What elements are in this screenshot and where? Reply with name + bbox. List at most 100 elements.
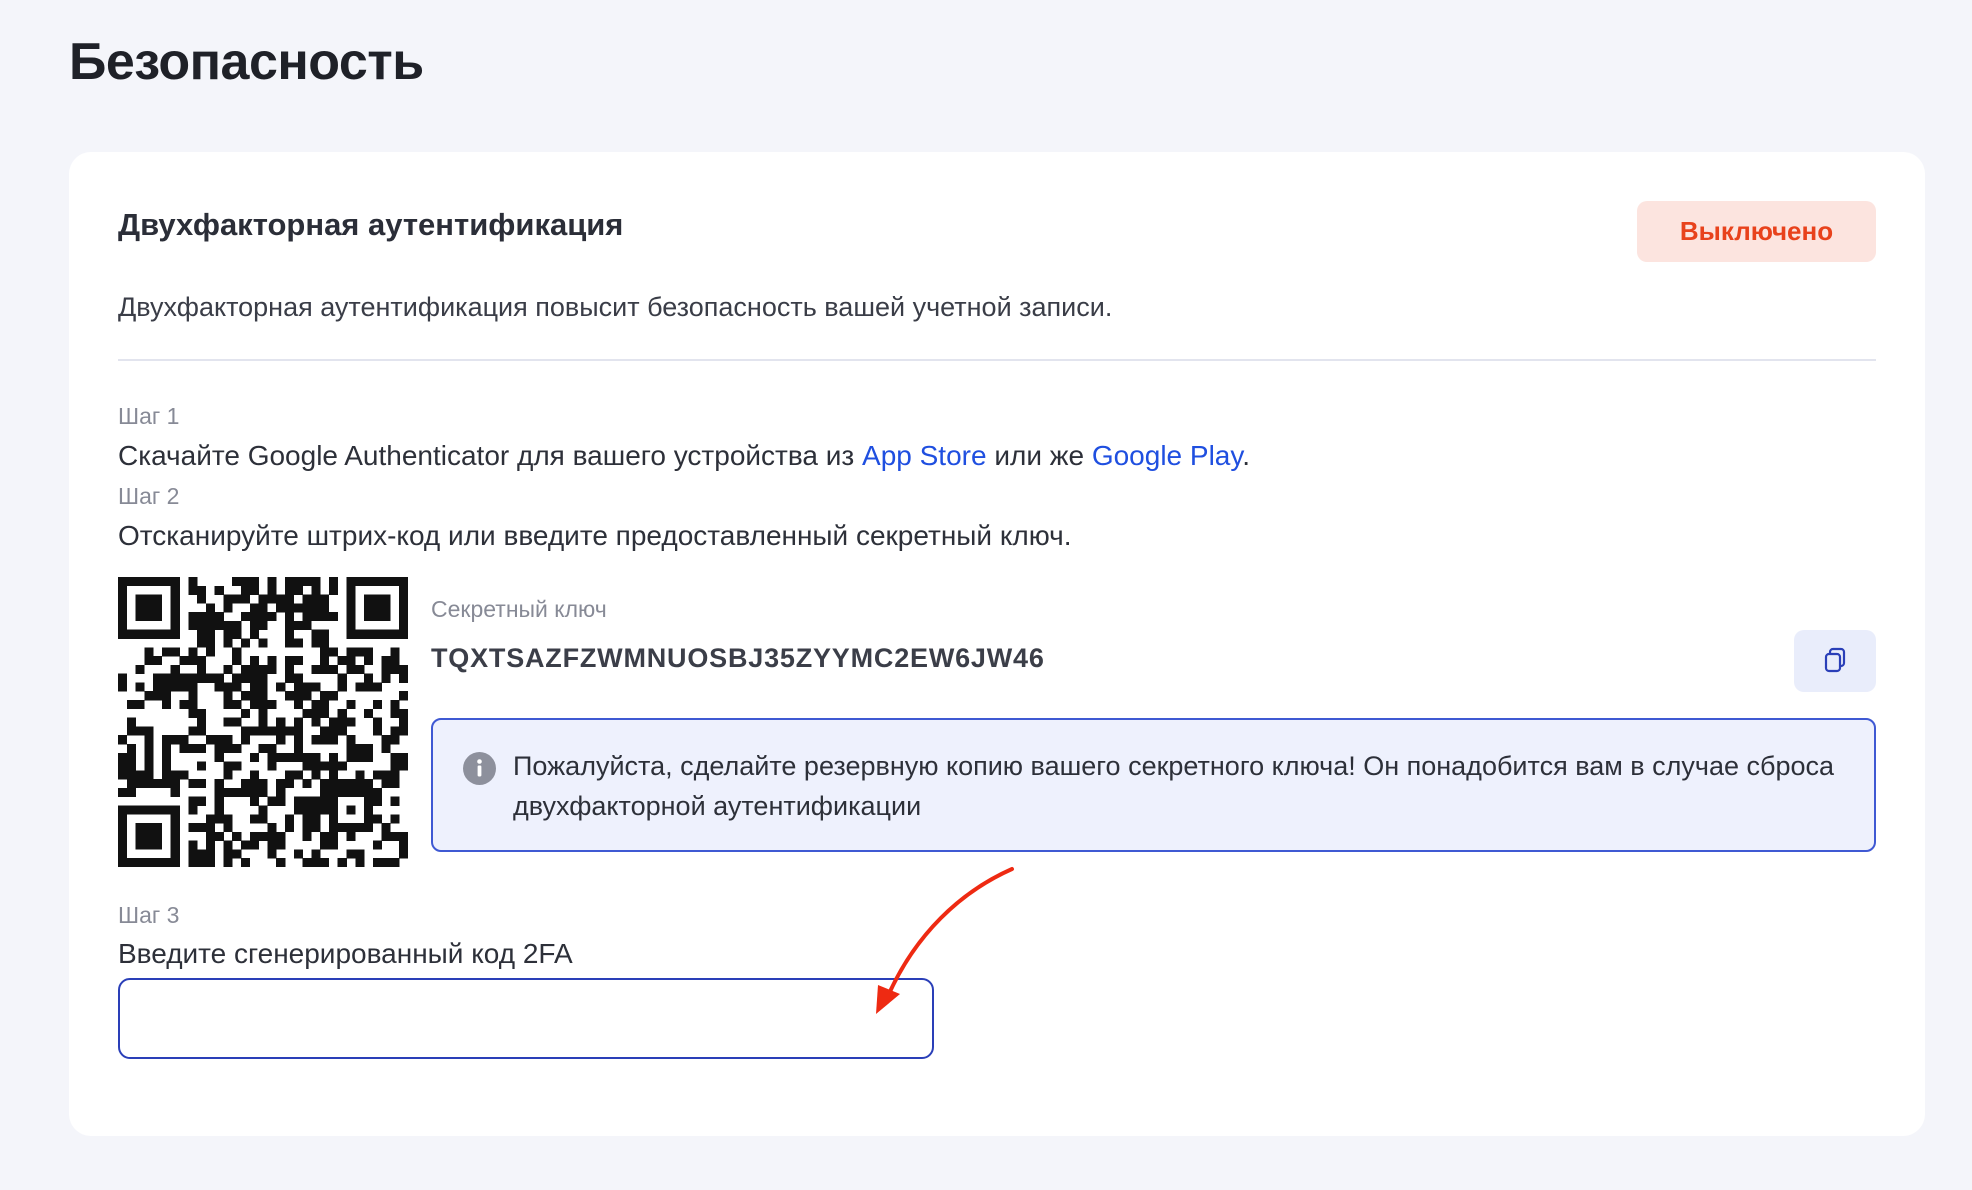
qr-module xyxy=(223,823,233,833)
qr-module xyxy=(337,717,347,727)
qr-module xyxy=(161,743,172,754)
backup-info-text: Пожалуйста, сделайте резервную копию ваш… xyxy=(513,751,1835,821)
qr-module xyxy=(249,629,259,639)
copy-secret-button[interactable] xyxy=(1794,630,1876,692)
qr-module xyxy=(302,752,312,762)
qr-module xyxy=(118,858,128,867)
qr-module xyxy=(170,823,180,833)
qr-module xyxy=(241,840,251,850)
qr-module xyxy=(161,673,172,683)
qr-module xyxy=(118,787,128,797)
qr-module xyxy=(364,779,374,789)
qr-module xyxy=(364,629,374,639)
qr-module xyxy=(214,743,224,754)
qr-module xyxy=(135,831,145,841)
qr-module xyxy=(118,752,128,762)
qr-module xyxy=(302,603,312,613)
qr-module xyxy=(364,682,374,692)
qr-module xyxy=(258,717,268,727)
qr-module xyxy=(346,743,356,754)
qr-module xyxy=(144,858,154,867)
qr-module xyxy=(144,831,154,841)
qr-module xyxy=(214,682,224,692)
qr-module xyxy=(328,814,338,824)
qr-module xyxy=(161,691,172,701)
qr-module xyxy=(135,594,145,604)
qr-module xyxy=(355,743,365,754)
qr-module xyxy=(381,770,391,780)
qr-module xyxy=(214,673,224,683)
qr-module xyxy=(197,620,207,631)
qr-module xyxy=(170,840,180,850)
qr-module xyxy=(311,805,321,815)
qr-module xyxy=(372,700,382,710)
qr-module xyxy=(144,779,154,789)
qr-module xyxy=(337,779,347,789)
qr-module xyxy=(135,577,145,587)
qr-module xyxy=(267,743,277,754)
qr-module xyxy=(337,823,347,833)
qr-module xyxy=(126,726,136,736)
qr-module xyxy=(223,787,233,797)
qr-module xyxy=(258,805,268,815)
qr-module xyxy=(197,673,207,683)
qr-module xyxy=(153,656,163,666)
qr-module xyxy=(320,647,330,657)
qr-module xyxy=(170,831,180,841)
qr-module xyxy=(188,656,198,666)
qr-module xyxy=(205,620,215,631)
app-store-link[interactable]: App Store xyxy=(862,440,987,471)
qr-module xyxy=(311,814,321,824)
qr-module xyxy=(399,691,408,701)
qr-module xyxy=(197,823,207,833)
qr-module xyxy=(258,673,268,683)
qr-module xyxy=(118,735,128,745)
status-badge: Выключено xyxy=(1637,201,1876,262)
qr-module xyxy=(399,603,408,613)
qr-module xyxy=(144,612,154,622)
qr-module xyxy=(372,840,382,850)
qr-module xyxy=(355,629,365,639)
qr-module xyxy=(320,612,330,622)
qr-module xyxy=(232,717,242,727)
qr-module xyxy=(390,700,400,710)
qr-module xyxy=(284,577,295,587)
step1-text-before: Скачайте Google Authenticator для вашего… xyxy=(118,440,863,471)
qr-module xyxy=(276,603,286,613)
qr-module xyxy=(328,796,338,806)
qr-module xyxy=(284,629,295,639)
qr-module xyxy=(223,691,233,701)
qr-module xyxy=(135,840,145,850)
two-fa-code-input[interactable] xyxy=(118,978,934,1059)
qr-module xyxy=(328,823,338,833)
qr-module xyxy=(249,752,259,762)
qr-module xyxy=(320,858,330,867)
qr-module xyxy=(337,656,347,666)
qr-module xyxy=(118,673,128,683)
qr-module xyxy=(302,779,312,789)
qr-module xyxy=(267,796,277,806)
qr-module xyxy=(153,831,163,841)
qr-module xyxy=(390,831,400,841)
qr-module xyxy=(205,823,215,833)
qr-module xyxy=(197,796,207,806)
qr-module xyxy=(170,787,180,797)
qr-module xyxy=(293,743,303,754)
step1-text-after: . xyxy=(1242,440,1251,471)
qr-module xyxy=(346,831,356,841)
qr-module xyxy=(144,603,154,613)
qr-module xyxy=(197,717,207,727)
qr-module xyxy=(320,594,330,604)
google-play-link[interactable]: Google Play xyxy=(1092,440,1242,471)
qr-module xyxy=(267,761,277,771)
qr-module xyxy=(399,708,408,718)
qr-module xyxy=(276,831,286,841)
qr-module xyxy=(364,823,374,833)
qr-module xyxy=(328,691,338,701)
qr-module xyxy=(399,577,408,587)
qr-module xyxy=(232,787,242,797)
qr-module xyxy=(267,664,277,674)
qr-module xyxy=(293,717,303,727)
qr-module xyxy=(205,647,215,657)
qr-module xyxy=(258,831,268,841)
